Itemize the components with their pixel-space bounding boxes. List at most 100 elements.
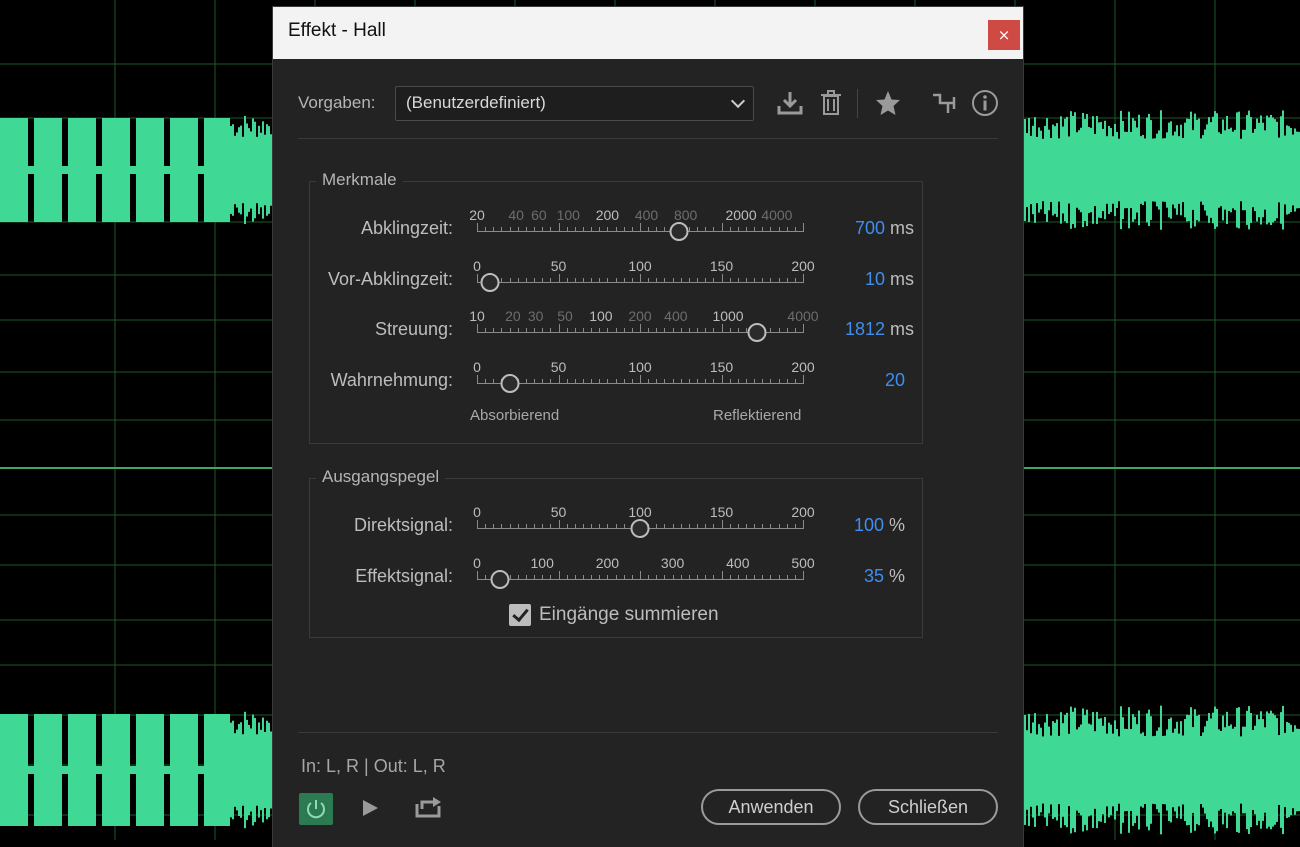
sum-inputs-label[interactable]: Eingänge summieren (539, 604, 719, 626)
tick-mark (656, 328, 658, 333)
value-number[interactable]: 1812 (845, 319, 885, 339)
tick-mark (688, 575, 690, 580)
tick-mark (623, 524, 625, 529)
dry-level-value[interactable]: 100 % (854, 515, 905, 536)
slider-thumb[interactable] (747, 323, 767, 342)
tick-mark (778, 524, 780, 529)
wet-level-value[interactable]: 35 % (864, 566, 905, 587)
slider-thumb[interactable] (500, 374, 520, 393)
tick-mark (574, 524, 576, 529)
title-bar[interactable]: Effekt - Hall × (273, 7, 1023, 59)
tick-mark (729, 524, 731, 529)
tick-mark (534, 227, 536, 232)
tick-label: 100 (530, 555, 554, 571)
tick-label: 4000 (761, 207, 793, 223)
loop-export-icon[interactable] (414, 794, 444, 820)
diffusion-slider[interactable]: 10 20 30 50 100 200 400 1000 4000 (469, 308, 819, 342)
apply-button[interactable]: Anwenden (701, 789, 841, 825)
trash-icon[interactable] (817, 89, 845, 117)
perception-slider[interactable]: 0 50 100 150 200 (473, 359, 815, 393)
wet-level-slider[interactable]: 0 100 200 300 400 500 (473, 555, 815, 589)
slider-thumb[interactable] (490, 570, 510, 589)
tick-mark (591, 278, 593, 283)
tick-mark (648, 278, 650, 283)
absorbing-label: Absorbierend (470, 407, 560, 424)
tick-mark (729, 227, 731, 232)
tick-mark (493, 524, 495, 529)
tick-mark (721, 520, 723, 529)
value-unit: ms (885, 218, 914, 238)
tick-mark (501, 328, 503, 333)
tick-mark (501, 524, 503, 529)
tick-mark (640, 223, 641, 232)
diffusion-value[interactable]: 1812 ms (845, 319, 914, 340)
tick-mark (697, 278, 699, 283)
tick-label: 0 (473, 555, 481, 571)
routing-icon[interactable] (930, 89, 958, 117)
close-button[interactable]: Schließen (858, 789, 998, 825)
tick-mark (493, 227, 495, 232)
tick-mark (615, 575, 617, 580)
pre-decay-time-value[interactable]: 10 ms (865, 269, 914, 290)
star-icon[interactable] (874, 89, 902, 117)
dialog-title: Effekt - Hall (288, 20, 386, 41)
tick-mark (582, 227, 584, 232)
tick-mark (721, 274, 723, 283)
tick-mark (558, 274, 560, 283)
channel-routing-text: In: L, R | Out: L, R (301, 756, 446, 776)
power-toggle-button[interactable] (299, 793, 333, 825)
tick-mark (582, 524, 584, 529)
tick-mark (477, 274, 478, 283)
slider-thumb[interactable] (480, 273, 500, 292)
tick-mark (729, 328, 731, 333)
decay-time-value[interactable]: 700 ms (855, 218, 914, 239)
tick-mark (745, 278, 747, 283)
value-number[interactable]: 100 (854, 515, 884, 535)
tick-mark (729, 379, 731, 384)
tick-mark (648, 575, 650, 580)
tick-mark (550, 379, 552, 384)
tick-mark (574, 379, 576, 384)
tick-mark (770, 524, 772, 529)
tick-mark (762, 379, 764, 384)
tick-mark (664, 278, 666, 283)
tick-label: 50 (557, 308, 573, 324)
tick-mark (713, 575, 715, 580)
value-number[interactable]: 10 (865, 269, 885, 289)
pre-decay-time-label: Vor-Abklingzeit: (327, 269, 453, 289)
tick-mark (737, 575, 739, 580)
tick-mark (599, 524, 601, 529)
tick-mark (607, 524, 609, 529)
presets-dropdown[interactable]: (Benutzerdefiniert) (395, 86, 754, 121)
perception-value[interactable]: 20 (885, 370, 905, 391)
info-icon[interactable] (971, 89, 999, 117)
tick-mark (778, 278, 780, 283)
tick-mark (754, 524, 756, 529)
tick-mark (778, 227, 780, 232)
tick-mark (542, 524, 544, 529)
tick-mark (615, 328, 617, 333)
tick-mark (631, 575, 633, 580)
tick-mark (623, 575, 625, 580)
value-number[interactable]: 700 (855, 218, 885, 238)
pre-decay-time-slider[interactable]: 0 50 100 150 200 (473, 258, 815, 292)
slider-thumb[interactable] (669, 222, 689, 241)
close-window-button[interactable]: × (988, 20, 1020, 50)
slider-thumb[interactable] (630, 519, 650, 538)
tick-mark (525, 524, 527, 529)
value-number[interactable]: 35 (864, 566, 884, 586)
dry-level-slider[interactable]: 0 50 100 150 200 (473, 504, 815, 538)
tick-mark (485, 575, 487, 580)
save-preset-icon[interactable] (776, 89, 804, 117)
sum-inputs-checkbox[interactable] (509, 604, 531, 626)
tick-mark (493, 379, 495, 384)
value-number[interactable]: 20 (885, 370, 905, 390)
tick-mark (778, 328, 780, 333)
decay-time-slider[interactable]: 20 40 60 100 200 400 800 2000 4000 (469, 207, 804, 241)
tick-mark (501, 227, 503, 232)
tick-mark (713, 379, 715, 384)
tick-mark (582, 575, 584, 580)
tick-mark (534, 379, 536, 384)
tick-mark (664, 524, 666, 529)
play-icon[interactable] (359, 797, 381, 819)
